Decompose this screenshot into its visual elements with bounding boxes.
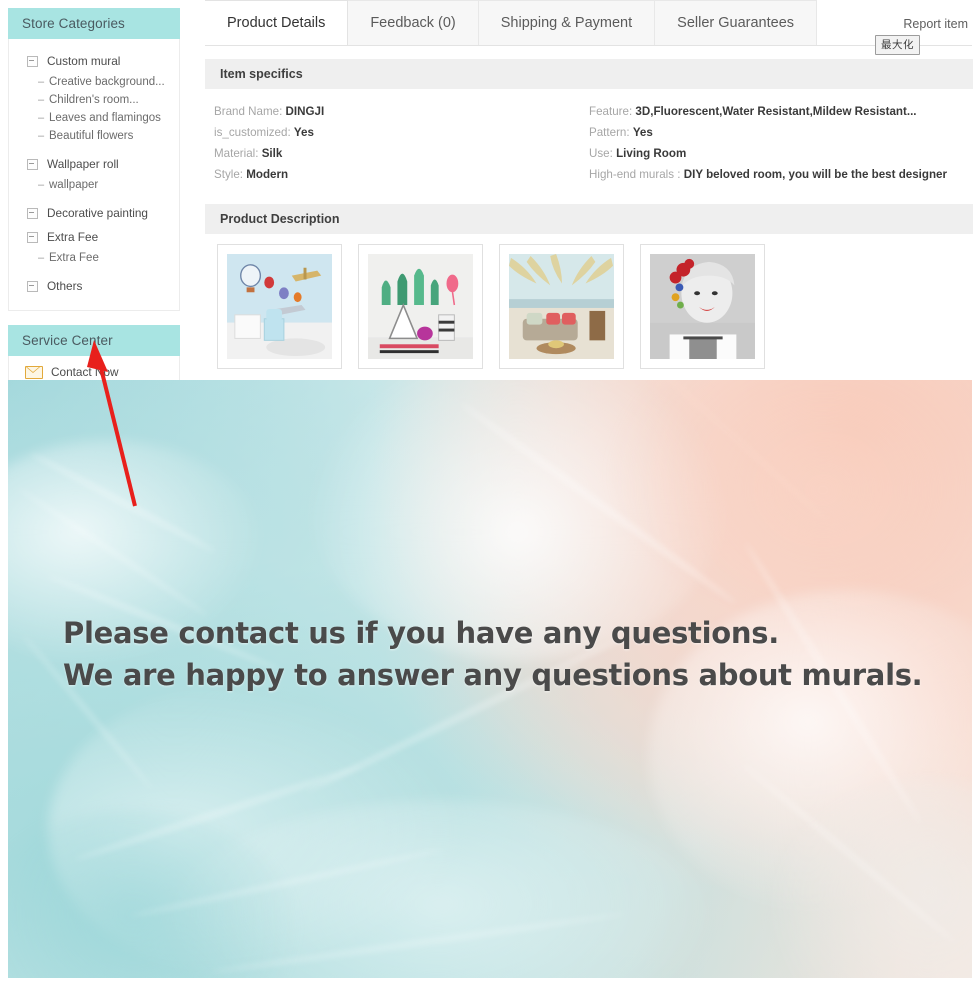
spec-value: DINGJI bbox=[285, 105, 325, 118]
spec-row: Use: Living Room bbox=[580, 143, 955, 164]
tab-product-details[interactable]: Product Details bbox=[205, 0, 349, 45]
tree-collapse-icon[interactable] bbox=[27, 158, 38, 170]
spec-row: Brand Name: DINGJI bbox=[205, 101, 580, 122]
spec-key: Style: bbox=[214, 168, 243, 181]
sidebar-item-beautiful-flowers[interactable]: Beautiful flowers bbox=[9, 127, 179, 145]
banner-line-1: Please contact us if you have any questi… bbox=[63, 616, 779, 650]
sidebar-group-decorative-painting[interactable]: Decorative painting bbox=[9, 201, 179, 225]
sidebar-group-label: Decorative painting bbox=[47, 206, 148, 220]
sidebar-group-others[interactable]: Others bbox=[9, 274, 179, 298]
spec-key: Pattern: bbox=[589, 126, 630, 139]
item-specifics-left-column: Brand Name: DINGJI is_customized: Yes Ma… bbox=[205, 101, 580, 185]
sidebar-group-extra-fee[interactable]: Extra Fee bbox=[9, 225, 179, 249]
spec-row: is_customized: Yes bbox=[205, 122, 580, 143]
sidebar-group-label: Wallpaper roll bbox=[47, 157, 119, 171]
spec-key: is_customized: bbox=[214, 126, 291, 139]
banner-line-2: We are happy to answer any questions abo… bbox=[63, 658, 923, 692]
mural-image-cactus-flamingo bbox=[368, 254, 473, 359]
service-center-title: Service Center bbox=[8, 325, 180, 356]
store-categories-list: Custom mural Creative background... Chil… bbox=[8, 39, 180, 311]
product-thumbnail[interactable] bbox=[217, 244, 342, 369]
banner-message: Please contact us if you have any questi… bbox=[63, 612, 923, 696]
spec-key: Brand Name: bbox=[214, 105, 283, 118]
spec-value: Living Room bbox=[616, 147, 687, 160]
envelope-icon bbox=[25, 365, 43, 379]
tree-collapse-icon[interactable] bbox=[27, 55, 38, 67]
item-specifics-right-column: Feature: 3D,Fluorescent,Water Resistant,… bbox=[580, 101, 955, 185]
sidebar-group-label: Custom mural bbox=[47, 54, 121, 68]
report-item-link[interactable]: Report item bbox=[903, 17, 968, 31]
sidebar-item-leaves-and-flamingos[interactable]: Leaves and flamingos bbox=[9, 109, 179, 127]
spec-key: Use: bbox=[589, 147, 613, 160]
spec-value: Silk bbox=[261, 147, 283, 160]
maximize-tooltip[interactable]: 最大化 bbox=[875, 35, 920, 55]
sidebar-item-extra-fee[interactable]: Extra Fee bbox=[9, 249, 179, 267]
spec-value: Yes bbox=[632, 126, 653, 139]
sidebar: Store Categories Custom mural Creative b… bbox=[8, 8, 180, 390]
spec-row: High-end murals : DIY beloved room, you … bbox=[580, 164, 955, 185]
spec-value: Yes bbox=[293, 126, 314, 139]
sidebar-item-wallpaper[interactable]: wallpaper bbox=[9, 176, 179, 194]
mural-image-marilyn-monroe-graffiti bbox=[650, 254, 755, 359]
sidebar-group-label: Others bbox=[47, 279, 83, 293]
product-thumbnail[interactable] bbox=[358, 244, 483, 369]
spec-row: Pattern: Yes bbox=[580, 122, 955, 143]
tab-shipping-payment[interactable]: Shipping & Payment bbox=[477, 0, 656, 45]
spec-row: Feature: 3D,Fluorescent,Water Resistant,… bbox=[580, 101, 955, 122]
spec-value: Modern bbox=[246, 168, 289, 181]
mural-image-kids-balloons bbox=[227, 254, 332, 359]
contact-now-button[interactable]: Contact Now bbox=[9, 363, 179, 381]
spec-key: Feature: bbox=[589, 105, 633, 118]
sidebar-item-creative-background[interactable]: Creative background... bbox=[9, 73, 179, 91]
tree-collapse-icon[interactable] bbox=[27, 280, 38, 292]
tab-seller-guarantees[interactable]: Seller Guarantees bbox=[654, 0, 818, 45]
spec-row: Style: Modern bbox=[205, 164, 580, 185]
store-categories-title: Store Categories bbox=[8, 8, 180, 39]
page-top-area: Store Categories Custom mural Creative b… bbox=[0, 0, 980, 390]
item-specifics-header: Item specifics bbox=[205, 59, 973, 89]
sidebar-group-wallpaper-roll[interactable]: Wallpaper roll bbox=[9, 152, 179, 176]
product-description-header: Product Description bbox=[205, 204, 973, 234]
tab-list: Product Details Feedback (0) Shipping & … bbox=[205, 0, 972, 45]
product-description-gallery bbox=[205, 234, 972, 369]
tab-feedback[interactable]: Feedback (0) bbox=[347, 0, 479, 45]
spec-row: Material: Silk bbox=[205, 143, 580, 164]
product-thumbnail[interactable] bbox=[640, 244, 765, 369]
contact-now-label: Contact Now bbox=[51, 365, 119, 379]
item-specifics-table: Brand Name: DINGJI is_customized: Yes Ma… bbox=[205, 89, 972, 191]
sidebar-item-childrens-room[interactable]: Children's room... bbox=[9, 91, 179, 109]
spec-value: 3D,Fluorescent,Water Resistant,Mildew Re… bbox=[635, 105, 917, 118]
tab-bar: Product Details Feedback (0) Shipping & … bbox=[205, 0, 972, 55]
product-thumbnail[interactable] bbox=[499, 244, 624, 369]
spec-key: Material: bbox=[214, 147, 259, 160]
contact-banner: Please contact us if you have any questi… bbox=[8, 380, 972, 978]
spec-key: High-end murals : bbox=[589, 168, 681, 181]
tree-collapse-icon[interactable] bbox=[27, 207, 38, 219]
main-content: Product Details Feedback (0) Shipping & … bbox=[205, 0, 973, 369]
sidebar-group-label: Extra Fee bbox=[47, 230, 99, 244]
mural-image-palm-beach-living-room bbox=[509, 254, 614, 359]
sidebar-group-custom-mural[interactable]: Custom mural bbox=[9, 49, 179, 73]
store-categories-panel: Store Categories Custom mural Creative b… bbox=[8, 8, 180, 311]
tree-collapse-icon[interactable] bbox=[27, 231, 38, 243]
spec-value: DIY beloved room, you will be the best d… bbox=[683, 168, 948, 181]
